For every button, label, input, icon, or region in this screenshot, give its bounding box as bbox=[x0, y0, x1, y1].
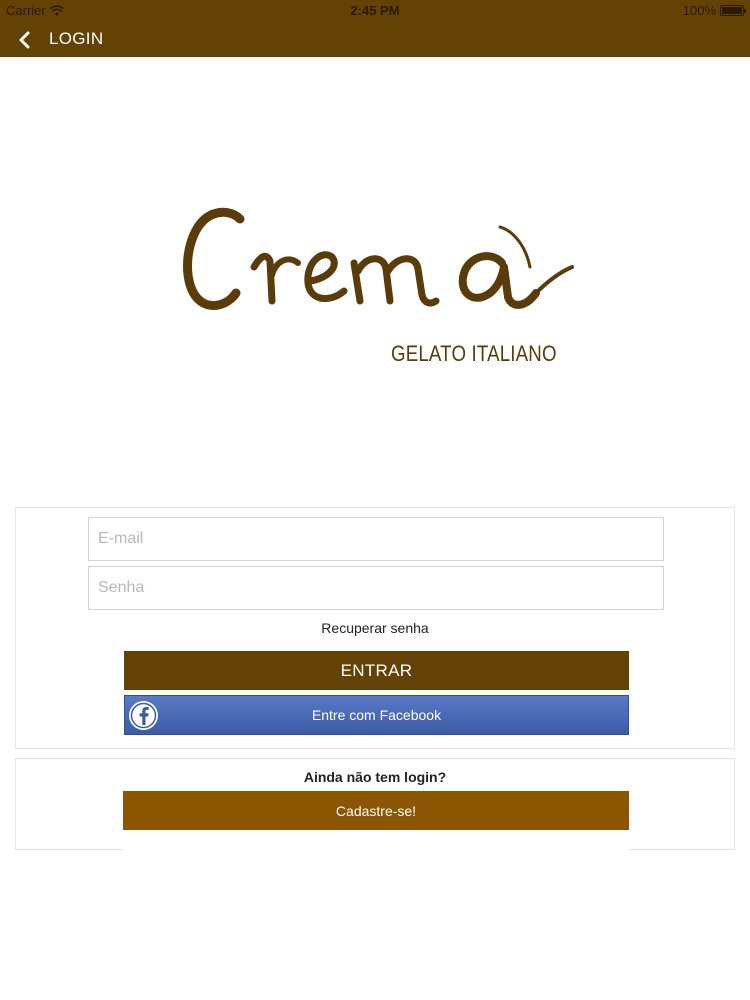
recover-password-link[interactable]: Recuperar senha bbox=[16, 620, 734, 636]
logo-tagline: GELATO ITALIANO bbox=[391, 341, 557, 366]
status-right: 100% bbox=[682, 3, 746, 18]
signup-question: Ainda não tem login? bbox=[303, 769, 447, 785]
nav-bar: LOGIN bbox=[0, 22, 750, 57]
enter-button[interactable]: ENTRAR bbox=[124, 651, 629, 690]
crema-logo bbox=[183, 207, 574, 311]
facebook-login-label: Entre com Facebook bbox=[311, 707, 442, 723]
signup-card: Ainda não tem login? Cadastre-se! bbox=[15, 758, 735, 852]
password-field[interactable] bbox=[88, 566, 664, 610]
chevron-left-icon[interactable] bbox=[14, 29, 36, 51]
logo-area: GELATO ITALIANO bbox=[0, 57, 750, 507]
page-title: LOGIN bbox=[49, 29, 104, 48]
facebook-login-button[interactable]: Entre com Facebook bbox=[124, 695, 629, 735]
signup-button[interactable]: Cadastre-se! bbox=[123, 791, 629, 830]
status-time: 2:45 PM bbox=[350, 3, 400, 18]
login-card: Recuperar senha ENTRAR Entre com Faceboo… bbox=[15, 507, 735, 749]
email-field[interactable] bbox=[88, 517, 664, 561]
signup-card-gap bbox=[123, 830, 629, 852]
battery-percent: 100% bbox=[682, 3, 716, 18]
status-bar: Carrier 2:45 PM 100% bbox=[0, 0, 750, 22]
battery-icon bbox=[720, 5, 746, 16]
facebook-icon bbox=[129, 701, 158, 730]
